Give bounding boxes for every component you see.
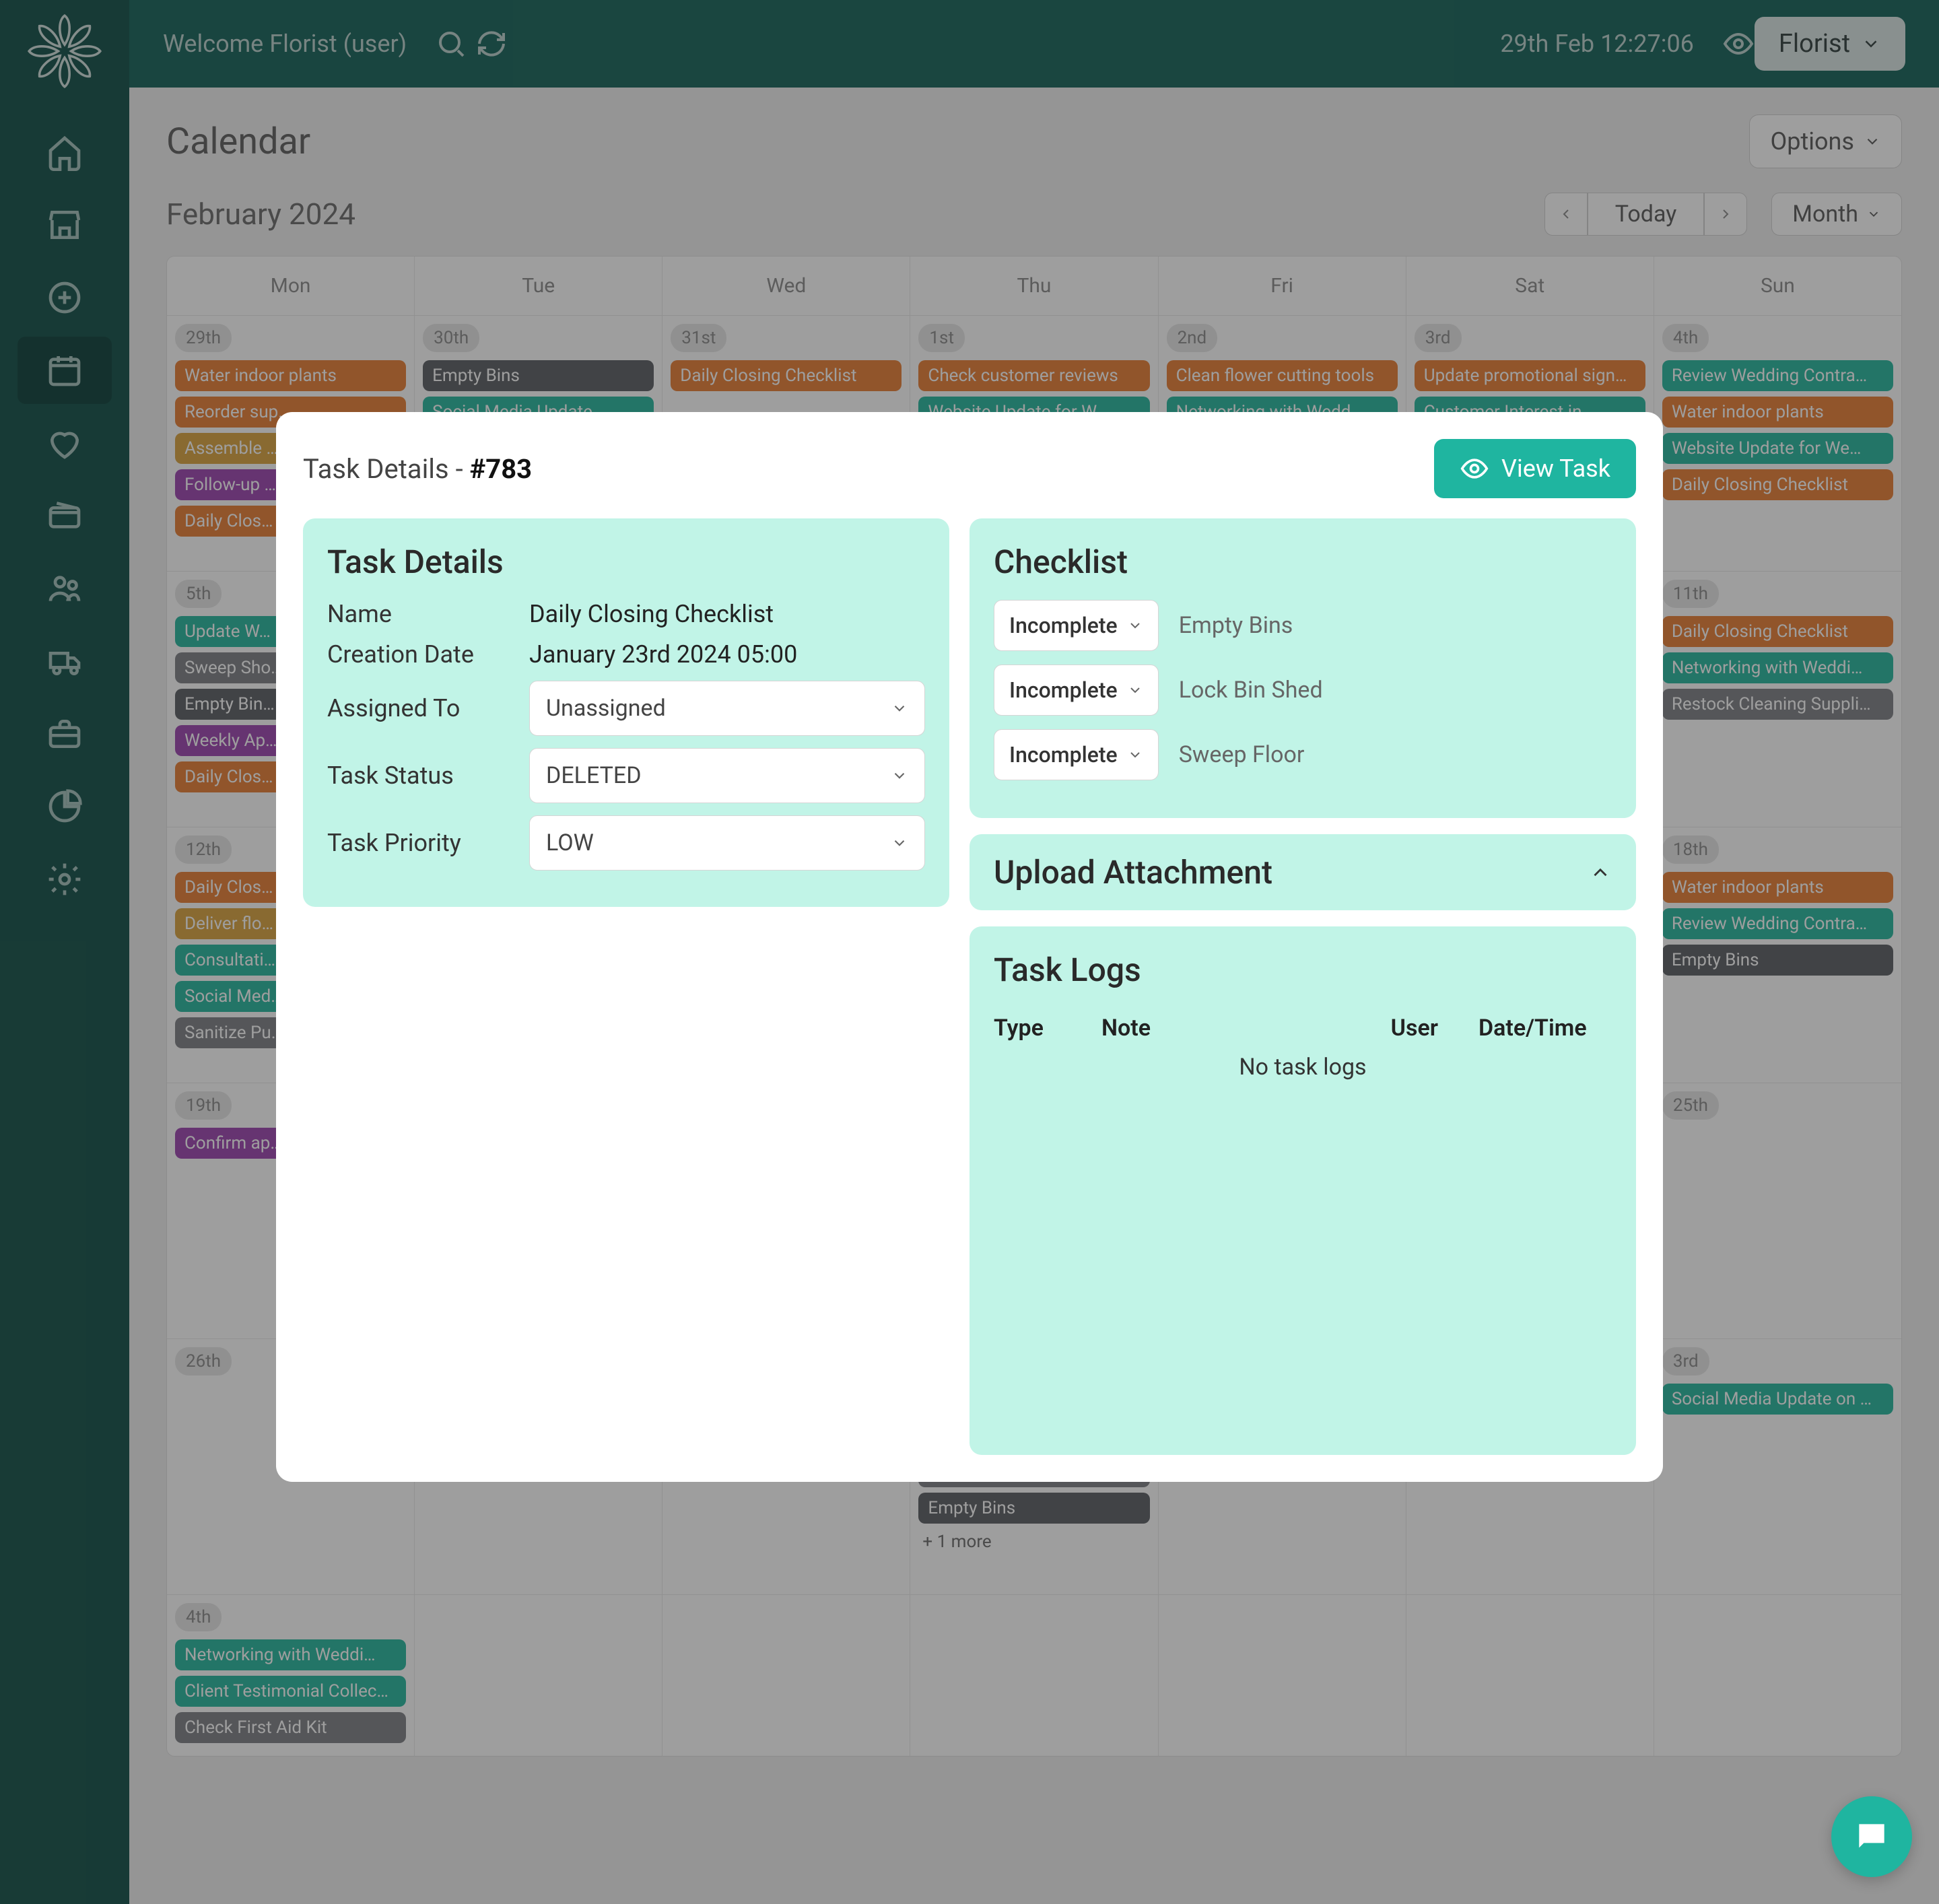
chevron-down-icon	[891, 834, 908, 852]
assigned-to-select[interactable]: Unassigned	[529, 681, 925, 736]
task-details-modal: Task Details - #783 View Task Task Detai…	[276, 412, 1663, 1482]
checklist-item: Incomplete Empty Bins	[994, 600, 1612, 651]
upload-heading: Upload Attachment	[994, 853, 1272, 891]
task-logs-card: Task Logs Type Note User Date/Time No ta…	[970, 926, 1636, 1455]
chevron-down-icon	[1127, 682, 1143, 698]
logs-header-row: Type Note User Date/Time	[994, 1008, 1612, 1048]
task-details-heading: Task Details	[327, 543, 925, 581]
chat-bubble-button[interactable]	[1831, 1796, 1912, 1877]
task-priority-select[interactable]: LOW	[529, 815, 925, 871]
checklist-status-select[interactable]: Incomplete	[994, 729, 1159, 780]
modal-overlay[interactable]: Task Details - #783 View Task Task Detai…	[0, 0, 1939, 1904]
checklist-heading: Checklist	[994, 543, 1612, 581]
chevron-down-icon	[1127, 747, 1143, 763]
checklist-label: Lock Bin Shed	[1179, 677, 1323, 704]
checklist-status-select[interactable]: Incomplete	[994, 600, 1159, 651]
chevron-down-icon	[891, 700, 908, 717]
checklist-label: Sweep Floor	[1179, 741, 1305, 768]
checklist-label: Empty Bins	[1179, 612, 1293, 639]
view-task-button[interactable]: View Task	[1434, 439, 1636, 498]
task-name-value: Daily Closing Checklist	[529, 600, 774, 628]
checklist-item: Incomplete Lock Bin Shed	[994, 665, 1612, 716]
chevron-down-icon	[1127, 617, 1143, 634]
task-status-select[interactable]: DELETED	[529, 748, 925, 803]
chevron-down-icon	[891, 767, 908, 784]
eye-icon	[1460, 454, 1489, 483]
upload-attachment-card[interactable]: Upload Attachment	[970, 834, 1636, 910]
no-logs-message: No task logs	[994, 1054, 1612, 1081]
checklist-item: Incomplete Sweep Floor	[994, 729, 1612, 780]
modal-title: Task Details - #783	[303, 453, 532, 485]
chevron-up-icon[interactable]	[1589, 861, 1612, 884]
task-details-card: Task Details NameDaily Closing Checklist…	[303, 518, 949, 907]
task-creation-value: January 23rd 2024 05:00	[529, 640, 797, 669]
task-logs-heading: Task Logs	[994, 951, 1612, 989]
checklist-status-select[interactable]: Incomplete	[994, 665, 1159, 716]
checklist-card: Checklist IncompleteEmpty BinsIncomplete…	[970, 518, 1636, 818]
chat-icon	[1853, 1818, 1891, 1856]
